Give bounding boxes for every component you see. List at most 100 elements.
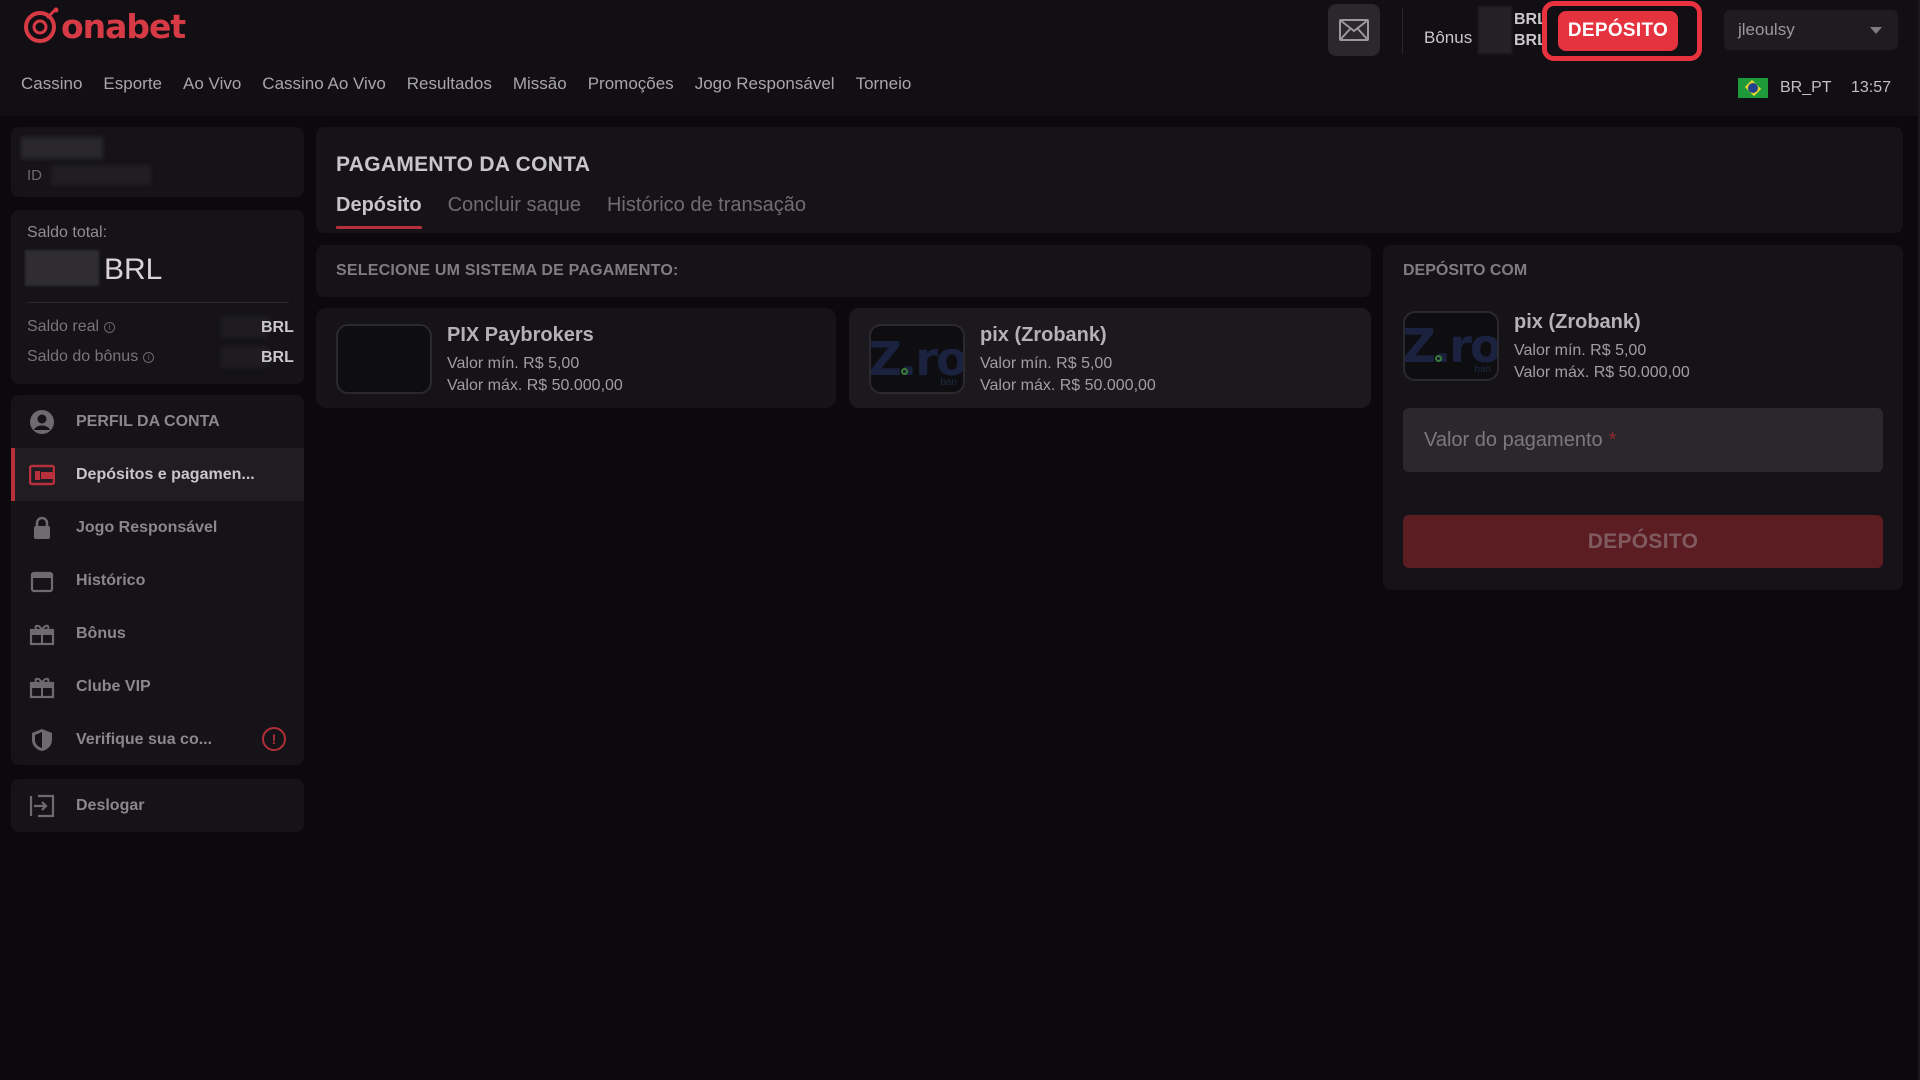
menu-label: PERFIL DA CONTA	[76, 412, 220, 430]
tab-deposit[interactable]: Depósito	[336, 194, 422, 229]
bonus-label: Bônus	[1424, 28, 1473, 47]
account-menu: PERFIL DA CONTA Depósitos e pagamen... J…	[11, 395, 304, 765]
menu-item-bonus[interactable]: Bônus	[11, 607, 304, 660]
logo-dot	[1435, 355, 1442, 362]
locale-code: BR_PT	[1780, 79, 1832, 96]
total-balance-currency: BRL	[104, 253, 163, 286]
logout-button[interactable]: Deslogar	[11, 779, 304, 832]
balance-blurred	[1478, 6, 1512, 54]
selected-method-max: Valor máx. R$ 50.000,00	[1514, 364, 1690, 381]
shield-icon	[28, 726, 56, 754]
menu-item-vip-club[interactable]: Clube VIP	[11, 660, 304, 713]
zrobank-logo-sub: ban	[1474, 364, 1491, 375]
zrobank-logo: Z.ro ban	[1403, 311, 1499, 381]
info-icon[interactable]: i	[143, 351, 155, 363]
payment-system-title: SELECIONE UM SISTEMA DE PAGAMENTO:	[336, 262, 679, 279]
logout-icon	[28, 792, 56, 820]
balance-card: Saldo total: BRL Saldo real i BRL Saldo …	[11, 210, 304, 384]
nav-item-missao[interactable]: Missão	[513, 74, 567, 94]
method-max: Valor máx. R$ 50.000,00	[980, 377, 1156, 394]
menu-label: Verifique sua co...	[76, 730, 213, 748]
zrobank-logo-sub: ban	[940, 377, 957, 388]
total-balance-blurred	[25, 250, 99, 286]
nav-item-esporte[interactable]: Esporte	[103, 74, 162, 94]
menu-item-deposits-payments[interactable]: Depósitos e pagamen...	[11, 448, 304, 501]
menu-item-history[interactable]: Histórico	[11, 554, 304, 607]
nav-item-cassino-ao-vivo[interactable]: Cassino Ao Vivo	[262, 74, 385, 94]
username-label: jleoulsy	[1738, 20, 1795, 39]
tab-withdraw[interactable]: Concluir saque	[448, 194, 581, 227]
payment-tabs: Depósito Concluir saque Histórico de tra…	[336, 194, 806, 229]
deposit-submit-button[interactable]: DEPÓSITO	[1403, 515, 1883, 568]
real-balance-label: Saldo real	[27, 318, 100, 335]
bonus-balance-row: Saldo do bônus i	[27, 348, 155, 366]
real-balance-currency: BRL	[261, 319, 294, 336]
chevron-down-icon	[1870, 27, 1882, 34]
lock-icon	[28, 514, 56, 542]
menu-item-verify-account[interactable]: Verifique sua co... !	[11, 713, 304, 765]
username-blurred	[21, 137, 103, 159]
onabet-logo[interactable]: onabet	[22, 4, 186, 48]
logo-text: onabet	[61, 6, 186, 46]
language-selector[interactable]: BR_PT	[1738, 78, 1832, 98]
clock: 13:57	[1851, 79, 1892, 96]
total-balance-label: Saldo total:	[27, 224, 108, 241]
wallet-icon	[28, 461, 56, 489]
deposit-panel-title: DEPÓSITO COM	[1403, 262, 1528, 279]
method-min: Valor mín. R$ 5,00	[447, 355, 580, 372]
zrobank-logo: Z.ro ban	[869, 324, 965, 394]
balance-divider	[27, 302, 289, 303]
profile-card: ID	[11, 127, 304, 197]
selected-method-name: pix (Zrobank)	[1514, 311, 1641, 333]
menu-item-responsible-gaming[interactable]: Jogo Responsável	[11, 501, 304, 554]
user-account-dropdown[interactable]: jleoulsy	[1724, 10, 1898, 50]
method-name: PIX Paybrokers	[447, 324, 594, 346]
menu-label: Jogo Responsável	[76, 518, 218, 536]
account-payment-header: PAGAMENTO DA CONTA Depósito Concluir saq…	[316, 127, 1903, 233]
alert-icon: !	[262, 727, 286, 751]
page-title: PAGAMENTO DA CONTA	[336, 153, 591, 176]
nav-item-cassino[interactable]: Cassino	[21, 74, 82, 94]
menu-label: Histórico	[76, 571, 146, 589]
user-circle-icon	[28, 408, 56, 436]
bonus-balance-currency: BRL	[261, 349, 294, 366]
nav-item-promocoes[interactable]: Promoções	[588, 74, 674, 94]
id-label: ID	[27, 167, 42, 184]
deposit-panel: DEPÓSITO COM Z.ro ban pix (Zrobank) Valo…	[1383, 245, 1903, 590]
menu-label: Bônus	[76, 624, 126, 642]
calendar-icon	[28, 567, 56, 595]
selected-method-min: Valor mín. R$ 5,00	[1514, 342, 1647, 359]
nav-item-ao-vivo[interactable]: Ao Vivo	[183, 74, 241, 94]
bonus-balance-label: Saldo do bônus	[27, 348, 139, 365]
payment-amount-input[interactable]: Valor do pagamento *	[1403, 408, 1883, 472]
payment-logo	[336, 324, 432, 394]
tab-transaction-history[interactable]: Histórico de transação	[607, 194, 806, 227]
logo-dot	[901, 368, 908, 375]
nav-item-jogo-responsavel[interactable]: Jogo Responsável	[695, 74, 835, 94]
real-balance-row: Saldo real i	[27, 318, 116, 336]
payment-method-pix-paybrokers[interactable]: PIX Paybrokers Valor mín. R$ 5,00 Valor …	[316, 308, 836, 408]
brazil-flag-icon	[1738, 78, 1768, 98]
header-deposit-button[interactable]: DEPÓSITO	[1558, 11, 1678, 51]
nav-item-resultados[interactable]: Resultados	[407, 74, 492, 94]
top-header: onabet Bônus BRL BRL DEPÓSITO jleoulsy C…	[0, 0, 1920, 116]
info-icon[interactable]: i	[104, 321, 116, 333]
gift-icon	[28, 620, 56, 648]
messages-button[interactable]	[1328, 4, 1380, 56]
id-blurred	[51, 165, 151, 185]
method-name: pix (Zrobank)	[980, 324, 1107, 346]
method-max: Valor máx. R$ 50.000,00	[447, 377, 623, 394]
method-min: Valor mín. R$ 5,00	[980, 355, 1113, 372]
envelope-icon	[1339, 19, 1369, 41]
menu-label: Depósitos e pagamen...	[76, 465, 255, 483]
logout-card: Deslogar	[11, 779, 304, 832]
payment-method-pix-zrobank[interactable]: Z.ro ban pix (Zrobank) Valor mín. R$ 5,0…	[849, 308, 1371, 408]
nav-item-torneio[interactable]: Torneio	[856, 74, 912, 94]
menu-item-account-profile[interactable]: PERFIL DA CONTA	[11, 395, 304, 448]
logo-mark-icon	[24, 7, 59, 43]
required-mark: *	[1608, 428, 1617, 451]
menu-label: Deslogar	[76, 796, 145, 814]
menu-label: Clube VIP	[76, 677, 151, 695]
payment-system-header: SELECIONE UM SISTEMA DE PAGAMENTO:	[316, 245, 1371, 297]
main-nav: Cassino Esporte Ao Vivo Cassino Ao Vivo …	[21, 74, 911, 94]
